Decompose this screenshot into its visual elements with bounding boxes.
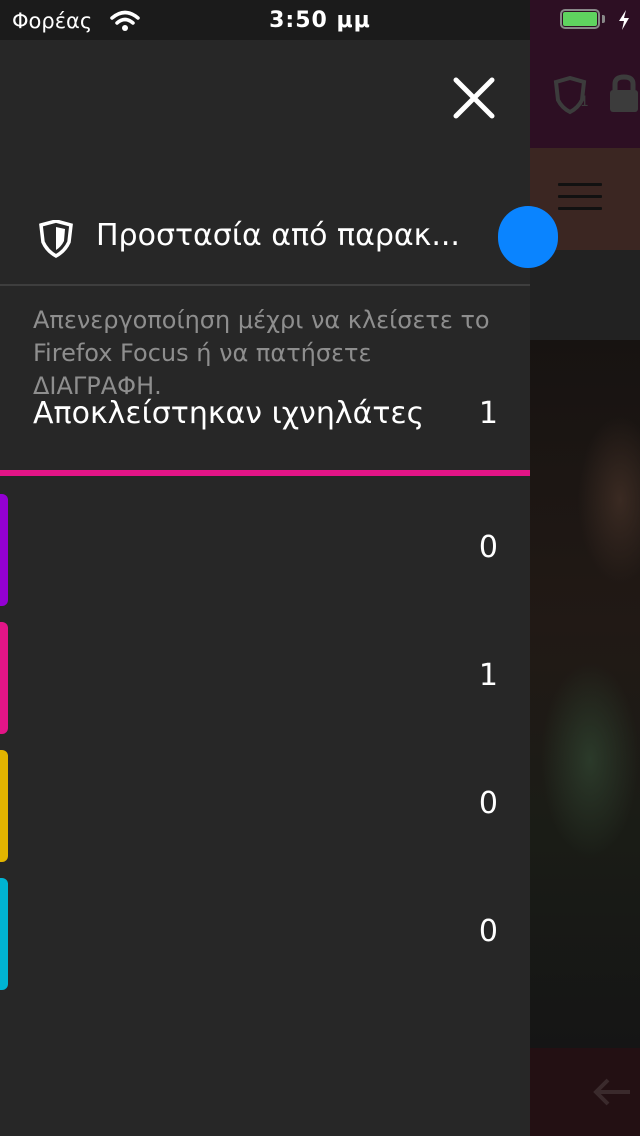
background-site-strip <box>530 250 640 340</box>
svg-text:1: 1 <box>580 94 589 110</box>
background-back-arrow-icon <box>590 1072 634 1116</box>
category-color-bar <box>0 750 8 862</box>
tracker-category-row: 0 <box>0 878 530 990</box>
trackers-blocked-count: 1 <box>478 396 498 431</box>
category-color-bar <box>0 622 8 734</box>
category-count: 0 <box>478 786 498 821</box>
tracker-category-row: 0 <box>0 750 530 862</box>
background-photo <box>530 340 640 1048</box>
tracking-protection-description: Απενεργοποίηση μέχρι να κλείσετε το Fire… <box>33 306 490 400</box>
trackers-blocked-label: Αποκλείστηκαν ιχνηλάτες <box>33 396 425 431</box>
background-shield-icon: 1 <box>552 75 592 120</box>
close-button[interactable] <box>446 70 502 126</box>
clock: 3:50 μμ <box>269 8 371 33</box>
tracker-category-row: 1 <box>0 622 530 734</box>
background-lock-icon <box>608 74 640 118</box>
category-color-bar <box>0 878 8 990</box>
shield-icon <box>38 219 74 262</box>
tracking-protection-toggle[interactable] <box>498 206 558 268</box>
charging-bolt-icon <box>617 9 631 35</box>
background-hamburger-icon <box>558 183 602 213</box>
battery-icon <box>560 9 605 31</box>
category-count: 0 <box>478 530 498 565</box>
tracking-protection-label: Προστασία από παρακ... <box>96 218 460 253</box>
status-bar: Φορέας 3:50 μμ <box>0 0 640 40</box>
battery-fill <box>563 12 597 26</box>
close-icon <box>453 77 495 119</box>
tracking-protection-row: Προστασία από παρακ... <box>0 194 558 286</box>
tracking-protection-panel: Προστασία από παρακ... Απενεργοποίηση μέ… <box>0 40 558 1136</box>
category-count: 0 <box>478 914 498 949</box>
tracker-summary-divider <box>0 470 530 476</box>
tracker-category-row: 0 <box>0 494 530 606</box>
category-count: 1 <box>478 658 498 693</box>
category-color-bar <box>0 494 8 606</box>
